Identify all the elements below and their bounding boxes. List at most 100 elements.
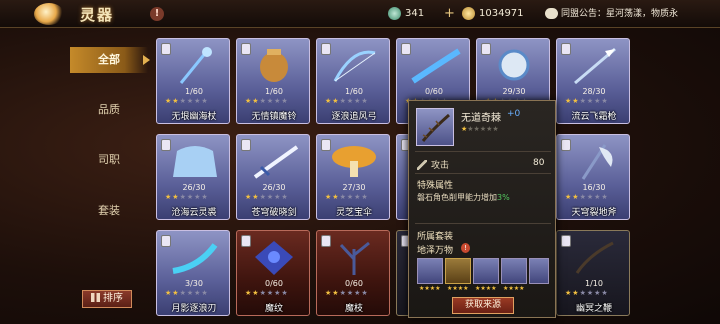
item-count: 0/60 — [345, 279, 363, 288]
item-name: 幽冥之鞭 — [575, 304, 612, 314]
item-detail-popup: 无道奇棘 +0 ★★★★★★ 攻击 80 特殊属性 磐石角色削甲能力增加3% 所… — [408, 100, 556, 318]
star-rating: ★★★★★★ — [325, 97, 369, 105]
special-value: 3% — [497, 193, 510, 202]
star-rating: ★★★★★★ — [245, 289, 289, 297]
set-item-slot[interactable] — [501, 258, 527, 284]
set-item-slot[interactable] — [445, 258, 471, 284]
tab-role[interactable]: 司职 — [70, 147, 148, 173]
thorn-whip-icon — [421, 113, 450, 142]
item-name: 天穹裂地斧 — [571, 208, 617, 218]
star-rating: ★★★★★★ — [165, 97, 209, 105]
help-button[interactable]: ! — [150, 7, 164, 21]
item-name: 流云飞霜枪 — [571, 112, 617, 122]
blade-icon — [411, 48, 461, 84]
item-count: 16/30 — [582, 183, 606, 192]
item-name: 月影逐浪刃 — [171, 304, 217, 314]
special-text: 磐石角色削甲能力增加3% — [417, 192, 510, 203]
tab-set[interactable]: 套装 — [70, 198, 148, 224]
set-warning-icon: ! — [461, 243, 470, 253]
item-card[interactable]: 27/30 ★★★★★★ 灵芝宝伞 — [316, 134, 390, 220]
set-item-slot[interactable] — [473, 258, 499, 284]
set-name: 地泽万物 — [417, 246, 454, 256]
item-count: 27/30 — [342, 183, 366, 192]
set-item-stars: ★★★★ — [503, 285, 525, 292]
item-name: 逐浪追风弓 — [331, 112, 377, 122]
item-count: 1/60 — [265, 87, 283, 96]
sort-button[interactable]: 排序 — [82, 290, 132, 308]
item-count: 29/30 — [502, 87, 526, 96]
item-card[interactable]: 28/30 ★★★★★★ 流云飞霜枪 — [556, 38, 630, 124]
spear-icon — [574, 47, 616, 85]
item-count: 26/30 — [182, 183, 206, 192]
staff-icon — [179, 47, 212, 84]
item-name: 苍穹破晓剑 — [251, 208, 297, 218]
chat-bubble-icon — [545, 8, 558, 19]
jade-counter: 341 — [388, 6, 424, 22]
item-name: 无情镇魔铃 — [251, 112, 297, 122]
mushroom-icon — [332, 146, 376, 177]
tab-quality[interactable]: 品质 — [70, 97, 148, 123]
robe-icon — [173, 146, 217, 177]
item-name: 魔枝 — [344, 304, 363, 314]
star-rating: ★★★★★★ — [165, 289, 209, 297]
item-card[interactable]: 1/60 ★★★★★★ 逐浪追风弓 — [316, 38, 390, 124]
item-count: 28/30 — [582, 87, 606, 96]
top-bar: 灵器 ! 341 + 1034971 同盟公告：星河荡漾，物质永 — [0, 0, 720, 28]
attack-value: 80 — [533, 158, 545, 168]
star-rating: ★★★★★★ — [565, 289, 609, 297]
item-count: 3/30 — [185, 279, 203, 288]
item-card[interactable]: 1/10 ★★★★★★ 幽冥之鞭 — [556, 230, 630, 316]
item-name: 无垠幽海杖 — [171, 112, 217, 122]
item-name: 魔纹 — [264, 304, 283, 314]
crest-icon — [255, 241, 293, 275]
item-card[interactable]: 16/30 ★★★★★★ 天穹裂地斧 — [556, 134, 630, 220]
item-grid: 1/60 ★★★★★★ 无垠幽海杖 1/60 ★★★★★★ 无情镇魔铃 1/60 ★★★★★★… — [156, 38, 636, 324]
branch-icon — [339, 241, 370, 275]
sort-label: 排序 — [103, 293, 123, 304]
sword-icon — [417, 160, 427, 170]
jade-icon — [388, 6, 401, 20]
gold-value: 1034971 — [479, 8, 524, 19]
sword-icon — [253, 145, 299, 179]
item-card[interactable]: 1/60 ★★★★★★ 无情镇魔铃 — [236, 38, 310, 124]
set-item-stars: ★★★★ — [419, 285, 441, 292]
item-card[interactable]: 0/60 ★★★★★★ 魔枝 — [316, 230, 390, 316]
item-name: 无道奇棘 — [461, 113, 501, 124]
star-rating: ★★★★★★ — [565, 97, 609, 105]
notice-text: 同盟公告：星河荡漾，物质永 — [561, 9, 679, 19]
attack-label: 攻击 — [431, 161, 450, 171]
star-rating: ★★★★★★ — [565, 193, 609, 201]
item-name: 沧海云灵裘 — [171, 208, 217, 218]
item-card[interactable]: 26/30 ★★★★★★ 沧海云灵裘 — [156, 134, 230, 220]
set-item-stars: ★★★★ — [475, 285, 497, 292]
special-title: 特殊属性 — [417, 181, 454, 191]
star-rating: ★★★★★★ — [165, 193, 209, 201]
item-card[interactable]: 26/30 ★★★★★★ 苍穹破晓剑 — [236, 134, 310, 220]
item-enhance-level: +0 — [507, 109, 521, 119]
set-item-stars: ★★★★ — [447, 285, 469, 292]
divider — [415, 151, 551, 152]
jade-value: 341 — [405, 8, 425, 19]
set-item-slot[interactable] — [529, 258, 549, 284]
item-count: 0/60 — [265, 279, 283, 288]
item-card[interactable]: 3/30 ★★★★★★ 月影逐浪刃 — [156, 230, 230, 316]
star-rating: ★★★★★★ — [325, 289, 369, 297]
divider — [415, 173, 551, 174]
item-count: 1/60 — [345, 87, 363, 96]
axe-icon — [581, 144, 613, 180]
source-button[interactable]: 获取来源 — [452, 297, 514, 314]
set-item-slot[interactable] — [417, 258, 443, 284]
item-count: 26/30 — [262, 183, 286, 192]
item-card[interactable]: 0/60 ★★★★★★ 魔纹 — [236, 230, 310, 316]
item-count: 0/60 — [425, 87, 443, 96]
alliance-notice[interactable]: 同盟公告：星河荡漾，物质永 — [545, 6, 720, 22]
special-desc: 磐石角色削甲能力增加 — [417, 193, 497, 202]
star-rating: ★★★★★★ — [325, 193, 369, 201]
gold-counter: 1034971 — [444, 6, 524, 22]
dagger-icon — [172, 243, 218, 274]
tab-all[interactable]: 全部 — [70, 47, 150, 73]
item-thumbnail — [416, 108, 454, 146]
item-card[interactable]: 1/60 ★★★★★★ 无垠幽海杖 — [156, 38, 230, 124]
item-count: 1/60 — [185, 87, 203, 96]
lantern-logo-icon — [34, 3, 64, 25]
